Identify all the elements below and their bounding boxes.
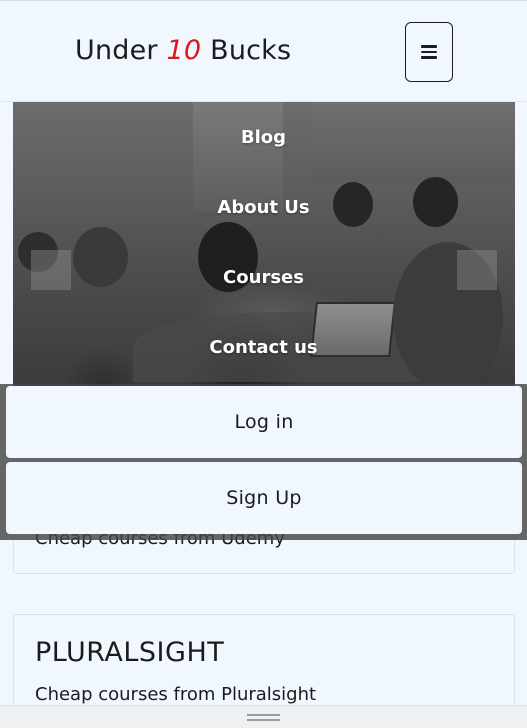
menu-toggle-button[interactable] — [405, 22, 453, 82]
brand-logo[interactable]: Under 10 Bucks — [75, 33, 291, 69]
nav-item-blog[interactable]: Blog — [0, 127, 527, 148]
card-description: Cheap courses from Pluralsight — [35, 684, 317, 705]
site-header: Under 10 Bucks — [0, 0, 527, 102]
login-button[interactable]: Log in — [6, 386, 522, 458]
dropdown-nav: Blog About Us Courses Contact us — [0, 102, 527, 387]
bottom-drag-bar[interactable] — [0, 705, 527, 728]
nav-item-courses[interactable]: Courses — [0, 267, 527, 288]
nav-item-contact-us[interactable]: Contact us — [0, 337, 527, 358]
drag-handle-icon[interactable] — [247, 714, 280, 721]
signup-button[interactable]: Sign Up — [6, 462, 522, 534]
brand-suffix: Bucks — [210, 35, 292, 66]
brand-number: 10 — [166, 35, 202, 66]
brand-prefix: Under — [75, 35, 158, 66]
card-title: PLURALSIGHT — [35, 637, 225, 668]
nav-item-about-us[interactable]: About Us — [0, 197, 527, 218]
hamburger-icon — [421, 45, 437, 59]
